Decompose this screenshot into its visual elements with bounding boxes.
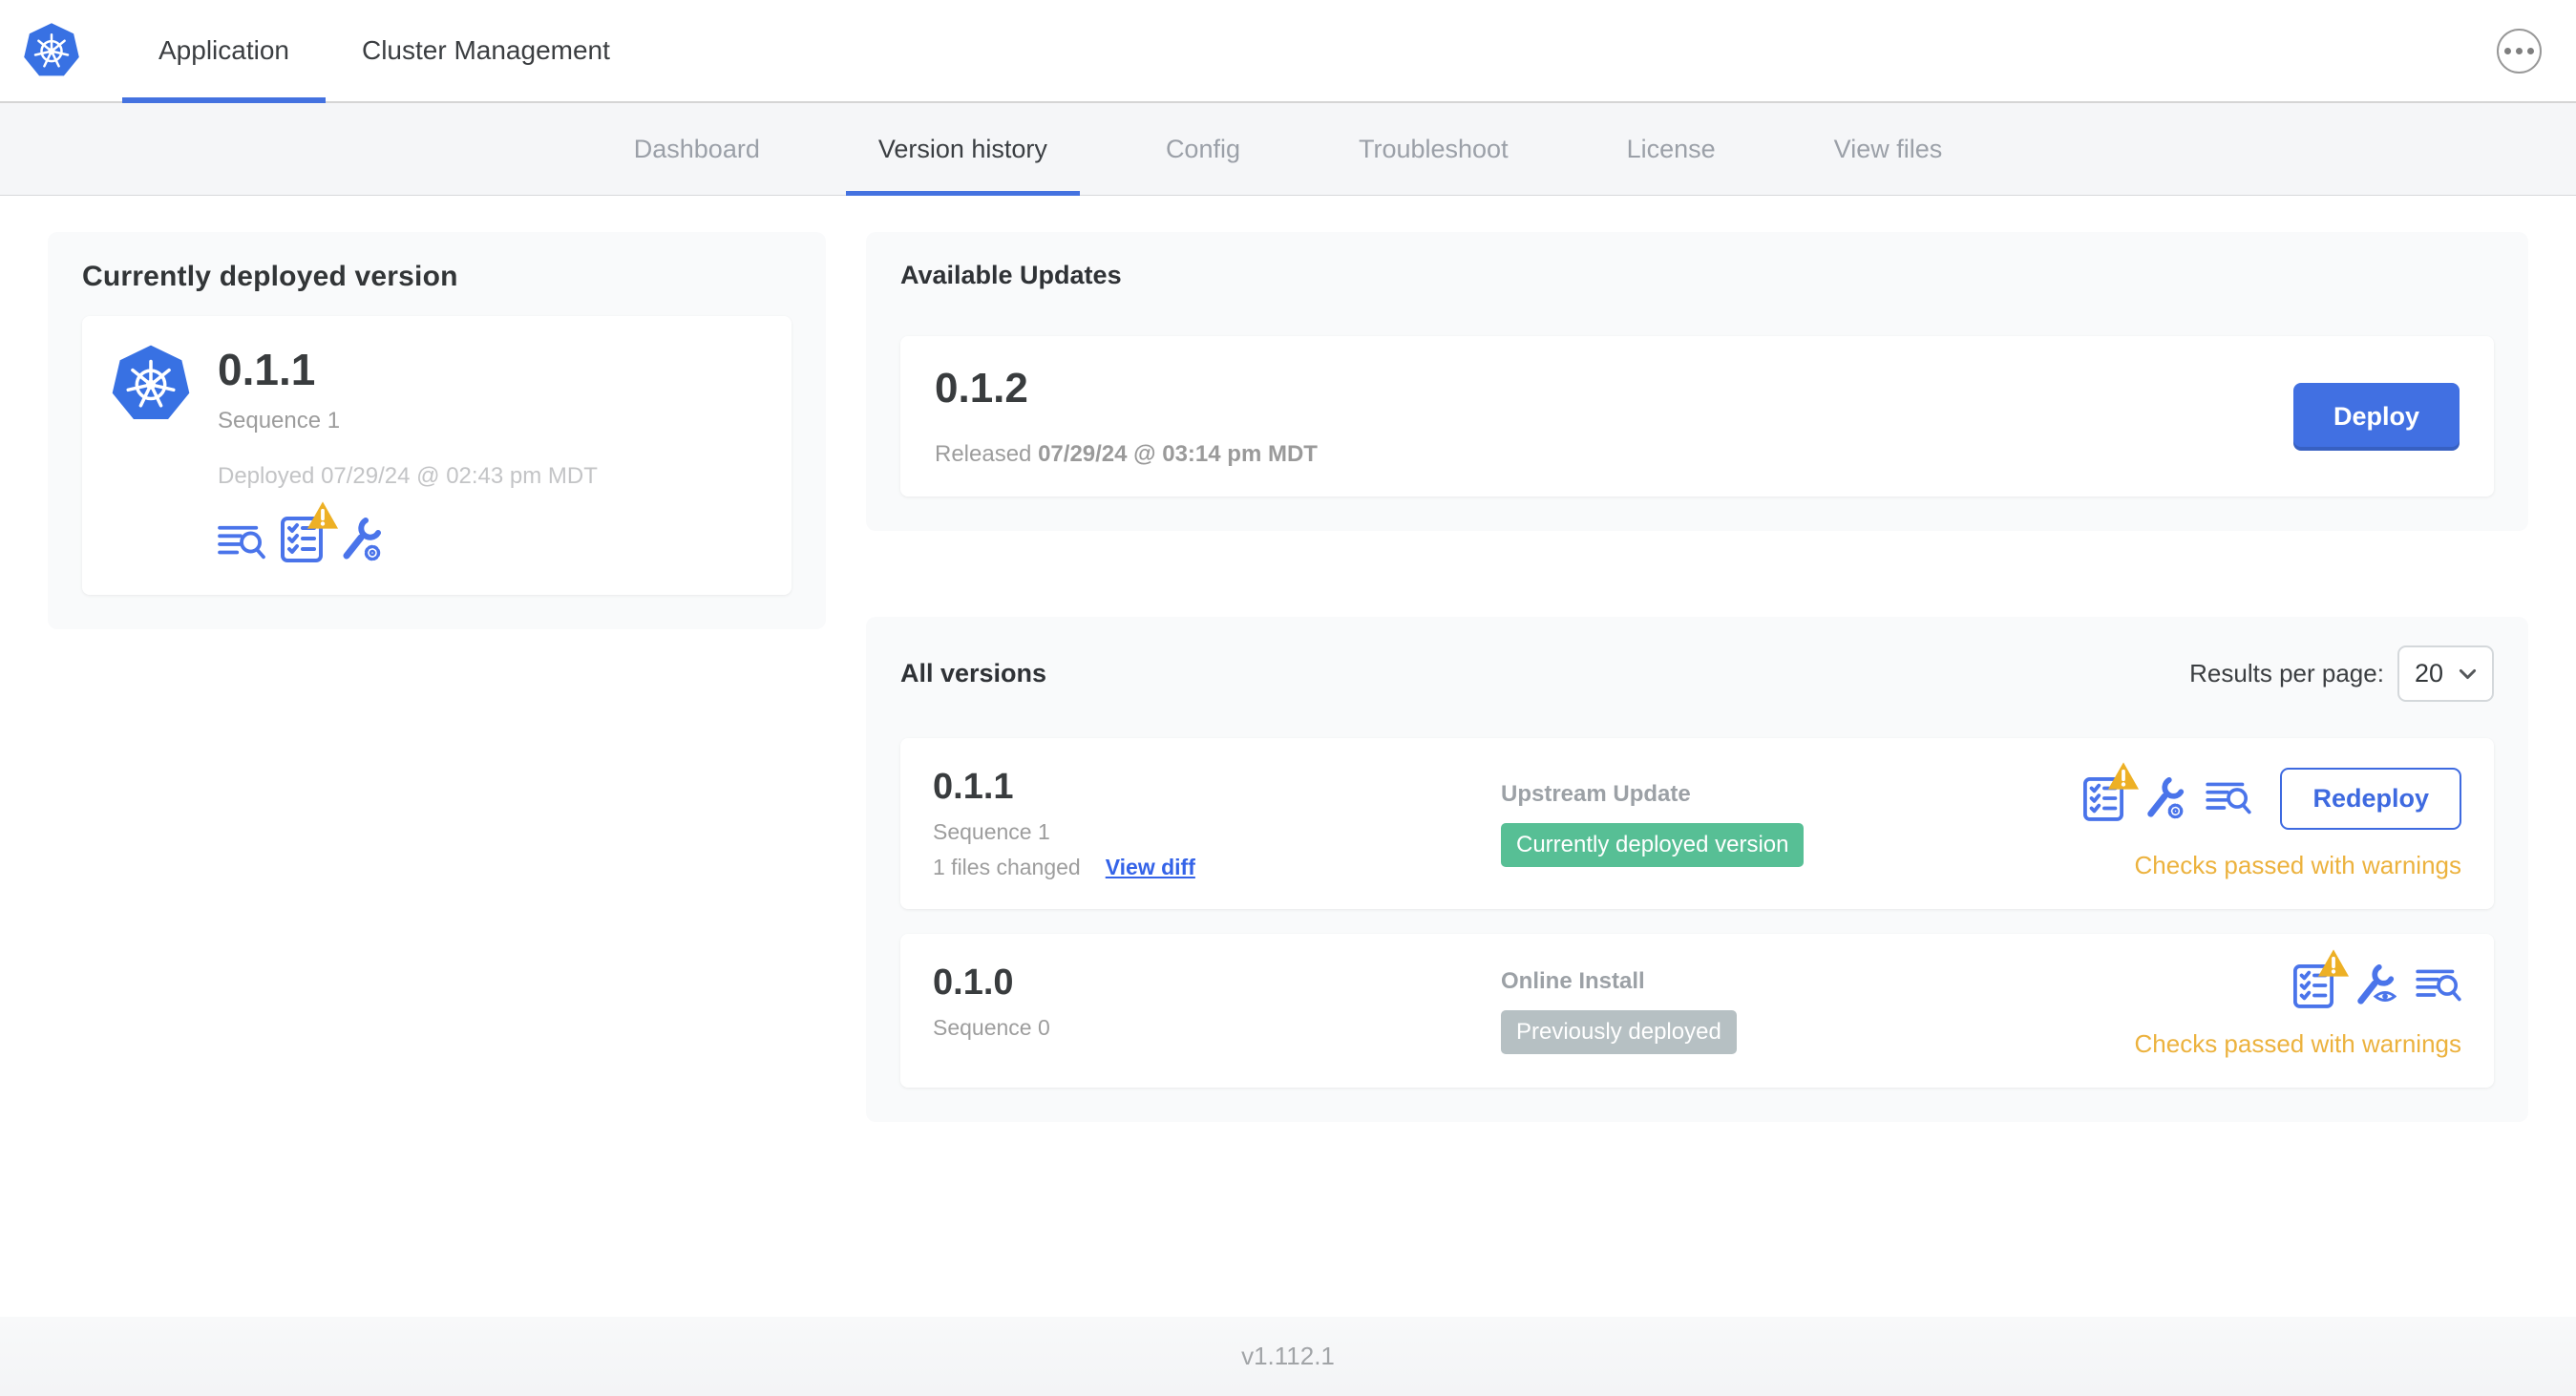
tab-view-files[interactable]: View files — [1775, 103, 2002, 195]
tab-application-label: Application — [158, 35, 289, 65]
footer: v1.112.1 — [0, 1317, 2576, 1396]
top-nav-tabs: Application Cluster Management — [122, 0, 646, 103]
available-updates-title: Available Updates — [900, 261, 1122, 289]
currently-deployed-title: Currently deployed version — [82, 261, 458, 292]
warning-triangle-icon — [306, 501, 339, 529]
preflight-checks-warning-icon[interactable] — [2083, 762, 2140, 821]
released-date: 07/29/24 @ 03:14 pm MDT — [1038, 441, 1318, 467]
version-row: 0.1.0 Sequence 0 Online Install Previous… — [900, 934, 2494, 1088]
deployed-version-card: 0.1.1 Sequence 1 Deployed 07/29/24 @ 02:… — [82, 316, 792, 596]
top-nav: Application Cluster Management — [0, 0, 2576, 103]
app-sub-nav: Dashboard Version history Config Trouble… — [0, 103, 2576, 196]
tab-troubleshoot[interactable]: Troubleshoot — [1299, 103, 1568, 195]
top-nav-right — [2497, 0, 2576, 101]
deployed-sequence: Sequence 1 — [218, 408, 341, 434]
tab-version-history[interactable]: Version history — [819, 103, 1107, 196]
edit-config-icon[interactable] — [2143, 776, 2186, 820]
update-released: Released 07/29/24 @ 03:14 pm MDT — [935, 441, 1318, 468]
version-actions — [2293, 949, 2461, 1008]
tab-troubleshoot-label: Troubleshoot — [1358, 134, 1509, 163]
app-icon — [111, 343, 191, 562]
version-info: 0.1.1 Sequence 1 1 files changed View di… — [933, 767, 1501, 880]
preflight-checks-warning-icon[interactable] — [281, 501, 339, 563]
view-diff-link[interactable]: View diff — [1106, 855, 1195, 880]
redeploy-button[interactable]: Redeploy — [2280, 767, 2461, 830]
version-number: 0.1.0 — [933, 962, 1014, 1003]
tab-license[interactable]: License — [1568, 103, 1775, 195]
preflight-checks-warning-icon[interactable] — [2293, 949, 2350, 1008]
kubernetes-logo-icon — [0, 0, 80, 101]
tab-config[interactable]: Config — [1107, 103, 1299, 195]
version-source-block: Online Install Previously deployed — [1501, 968, 1737, 1054]
tab-license-label: License — [1626, 134, 1716, 163]
currently-deployed-card: Currently deployed version 0.1.1 Sequenc… — [48, 232, 826, 630]
console-version: v1.112.1 — [1241, 1342, 1335, 1370]
tab-cluster-management[interactable]: Cluster Management — [326, 0, 646, 101]
admin-console-page: Application Cluster Management Dashboard… — [0, 0, 2576, 1396]
deployed-timestamp: Deployed 07/29/24 @ 02:43 pm MDT — [218, 463, 598, 490]
version-source: Upstream Update — [1501, 780, 1691, 807]
version-number: 0.1.1 — [933, 767, 1014, 807]
chevron-down-icon — [2459, 668, 2477, 679]
update-info: 0.1.2 Released 07/29/24 @ 03:14 pm MDT — [935, 365, 1318, 468]
update-version-number: 0.1.2 — [935, 365, 1028, 412]
status-badge: Previously deployed — [1501, 1009, 1737, 1054]
checks-status-text[interactable]: Checks passed with warnings — [2135, 851, 2462, 880]
warning-triangle-icon — [2108, 762, 2140, 790]
deployed-version-number: 0.1.1 — [218, 345, 316, 394]
logs-icon[interactable] — [2206, 779, 2252, 817]
all-versions-card: All versions Results per page: 20 0.1.1 … — [866, 617, 2528, 1122]
tab-version-history-label: Version history — [877, 134, 1047, 163]
checks-status-text[interactable]: Checks passed with warnings — [2135, 1029, 2462, 1059]
warning-triangle-icon — [2317, 949, 2350, 977]
tab-application[interactable]: Application — [122, 0, 326, 103]
tab-cluster-management-label: Cluster Management — [361, 35, 610, 65]
version-sequence: Sequence 0 — [933, 1015, 1050, 1040]
edit-config-icon[interactable] — [338, 517, 384, 562]
tab-dashboard-label: Dashboard — [633, 134, 760, 163]
version-row: 0.1.1 Sequence 1 1 files changed View di… — [900, 738, 2494, 909]
version-actions: Redeploy — [2083, 762, 2461, 830]
logs-icon[interactable] — [218, 522, 265, 562]
tab-view-files-label: View files — [1833, 134, 1943, 163]
deployed-version-actions — [218, 501, 598, 563]
tab-config-label: Config — [1165, 134, 1240, 163]
version-info: 0.1.0 Sequence 0 — [933, 962, 1501, 1059]
update-row: 0.1.2 Released 07/29/24 @ 03:14 pm MDT D… — [900, 336, 2494, 497]
files-changed-line: 1 files changed View diff — [933, 855, 1501, 880]
right-column: Available Updates 0.1.2 Released 07/29/2… — [866, 232, 2528, 1122]
all-versions-header: All versions Results per page: 20 — [900, 645, 2494, 702]
overflow-menu-button[interactable] — [2497, 28, 2542, 74]
released-label: Released — [935, 441, 1032, 467]
results-per-page-select[interactable]: 20 — [2397, 645, 2494, 702]
version-sequence: Sequence 1 — [933, 819, 1050, 844]
version-actions-block: Checks passed with warnings — [2135, 949, 2462, 1059]
results-per-page: Results per page: 20 — [2189, 645, 2494, 702]
main-content: Currently deployed version 0.1.1 Sequenc… — [0, 196, 2576, 1122]
deploy-button[interactable]: Deploy — [2292, 382, 2460, 451]
available-updates-card: Available Updates 0.1.2 Released 07/29/2… — [866, 232, 2528, 531]
ellipsis-icon — [2504, 47, 2511, 54]
all-versions-title: All versions — [900, 659, 1047, 687]
version-source-block: Upstream Update Currently deployed versi… — [1501, 780, 1805, 867]
logs-icon[interactable] — [2416, 966, 2461, 1005]
files-changed: 1 files changed — [933, 855, 1081, 879]
version-source: Online Install — [1501, 967, 1645, 994]
version-actions-block: Redeploy Checks passed with warnings — [2083, 762, 2462, 880]
results-per-page-label: Results per page: — [2189, 659, 2384, 687]
view-config-icon[interactable] — [2353, 963, 2397, 1007]
results-per-page-value: 20 — [2414, 659, 2443, 687]
deployed-version-info: 0.1.1 Sequence 1 Deployed 07/29/24 @ 02:… — [218, 343, 598, 563]
tab-dashboard[interactable]: Dashboard — [575, 103, 819, 195]
status-badge: Currently deployed version — [1501, 822, 1805, 867]
